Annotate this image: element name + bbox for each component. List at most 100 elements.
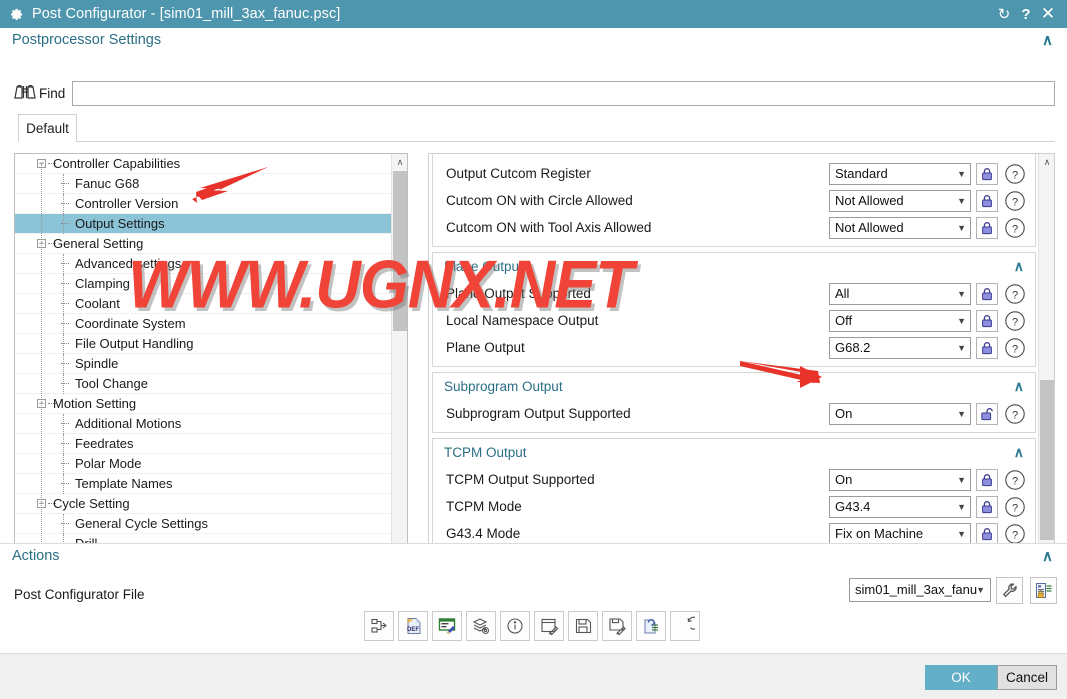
- collapse-group-icon[interactable]: ∧: [1014, 373, 1024, 400]
- setting-dropdown[interactable]: Off ▼: [829, 310, 971, 332]
- lock-closed-icon[interactable]: [976, 310, 998, 332]
- help-icon[interactable]: ?: [1003, 282, 1027, 306]
- tree-item[interactable]: Output Settings: [15, 214, 394, 234]
- chevron-down-icon[interactable]: ▼: [976, 579, 985, 601]
- svg-text:?: ?: [1012, 409, 1018, 421]
- setting-dropdown[interactable]: G43.4 ▼: [829, 496, 971, 518]
- ok-button[interactable]: OK: [925, 665, 997, 690]
- help-icon[interactable]: ?: [1003, 309, 1027, 333]
- tree-item[interactable]: Clamping: [15, 274, 394, 294]
- edit-template-icon[interactable]: [432, 611, 462, 641]
- tree-item[interactable]: Tool Change: [15, 374, 394, 394]
- settings-group-header[interactable]: TCPM Output ∧: [433, 439, 1035, 466]
- help-icon[interactable]: ?: [1003, 162, 1027, 186]
- export-structure-icon[interactable]: [364, 611, 394, 641]
- post-file-select[interactable]: sim01_mill_3ax_fanu ▼: [849, 578, 991, 602]
- tree-scroll-up-icon[interactable]: ∧: [392, 154, 407, 170]
- svg-text:?: ?: [1012, 475, 1018, 487]
- setting-dropdown[interactable]: On ▼: [829, 403, 971, 425]
- lock-closed-icon[interactable]: [976, 523, 998, 545]
- group-bottom-spacer: [433, 361, 1035, 366]
- collapse-group-icon[interactable]: ∧: [1014, 439, 1024, 466]
- tree-item-label: Feedrates: [75, 436, 134, 451]
- tree-group[interactable]: − Controller Capabilities: [15, 154, 394, 174]
- chevron-down-icon[interactable]: ▼: [957, 284, 966, 304]
- def-file-icon[interactable]: DEF: [398, 611, 428, 641]
- settings-scrollbar[interactable]: ∧ ∨: [1038, 154, 1054, 558]
- tree-item[interactable]: Spindle: [15, 354, 394, 374]
- settings-group-header[interactable]: Subprogram Output ∧: [433, 373, 1035, 400]
- copy-list-icon[interactable]: [636, 611, 666, 641]
- cancel-button[interactable]: Cancel: [997, 665, 1057, 690]
- chevron-down-icon[interactable]: ▼: [957, 470, 966, 490]
- settings-tree-panel[interactable]: − Controller Capabilities Fanuc G68 Control…: [14, 153, 408, 559]
- search-input[interactable]: [72, 80, 1055, 106]
- lock-open-icon[interactable]: [976, 403, 998, 425]
- setting-dropdown[interactable]: All ▼: [829, 283, 971, 305]
- help-icon[interactable]: ?: [1003, 402, 1027, 426]
- lock-closed-icon[interactable]: [976, 469, 998, 491]
- setting-dropdown[interactable]: On ▼: [829, 469, 971, 491]
- tree-item[interactable]: Coolant: [15, 294, 394, 314]
- lock-closed-icon[interactable]: [976, 217, 998, 239]
- reset-icon[interactable]: ↻: [993, 0, 1015, 28]
- chevron-down-icon[interactable]: ▼: [957, 524, 966, 544]
- settings-scroll-thumb[interactable]: [1040, 380, 1054, 540]
- chevron-down-icon[interactable]: ▼: [957, 404, 966, 424]
- setting-value: Standard: [835, 166, 888, 181]
- chevron-down-icon[interactable]: ▼: [957, 497, 966, 517]
- lock-closed-icon[interactable]: [976, 337, 998, 359]
- setting-dropdown[interactable]: Not Allowed ▼: [829, 217, 971, 239]
- edit-window-icon[interactable]: [534, 611, 564, 641]
- close-icon[interactable]: ✕: [1037, 0, 1059, 28]
- setting-dropdown[interactable]: G68.2 ▼: [829, 337, 971, 359]
- tree-item[interactable]: Advanced settings: [15, 254, 394, 274]
- settings-scroll-up-icon[interactable]: ∧: [1039, 154, 1054, 170]
- collapse-actions-icon[interactable]: ∧: [1042, 547, 1053, 565]
- help-icon[interactable]: ?: [1003, 216, 1027, 240]
- chevron-down-icon[interactable]: ▼: [957, 311, 966, 331]
- tree-item[interactable]: File Output Handling: [15, 334, 394, 354]
- tree-group[interactable]: − General Setting: [15, 234, 394, 254]
- tree-scroll-thumb[interactable]: [393, 171, 407, 331]
- help-icon[interactable]: ?: [1003, 495, 1027, 519]
- save-icon[interactable]: [568, 611, 598, 641]
- tree-group[interactable]: − Motion Setting: [15, 394, 394, 414]
- chevron-down-icon[interactable]: ▼: [957, 191, 966, 211]
- collapse-group-icon[interactable]: ∧: [1014, 253, 1024, 280]
- lock-closed-icon[interactable]: [976, 163, 998, 185]
- tree-item[interactable]: Template Names: [15, 474, 394, 494]
- wrench-icon[interactable]: [996, 577, 1023, 604]
- help-icon[interactable]: ?: [1015, 0, 1037, 28]
- chevron-down-icon[interactable]: ▼: [957, 164, 966, 184]
- tree-item[interactable]: Feedrates: [15, 434, 394, 454]
- undo-icon[interactable]: [670, 611, 700, 641]
- setting-dropdown[interactable]: Not Allowed ▼: [829, 190, 971, 212]
- tree-item[interactable]: Polar Mode: [15, 454, 394, 474]
- find-label: Find: [39, 85, 66, 101]
- help-icon[interactable]: ?: [1003, 468, 1027, 492]
- tree-scrollbar[interactable]: ∧ ∨: [391, 154, 407, 558]
- info-icon[interactable]: [500, 611, 530, 641]
- layers-settings-icon[interactable]: [466, 611, 496, 641]
- tree-item[interactable]: Controller Version: [15, 194, 394, 214]
- tree-group[interactable]: − Cycle Setting: [15, 494, 394, 514]
- tree-item[interactable]: General Cycle Settings: [15, 514, 394, 534]
- secure-list-icon[interactable]: [1030, 577, 1057, 604]
- tab-default[interactable]: Default: [18, 114, 77, 142]
- lock-closed-icon[interactable]: [976, 496, 998, 518]
- save-as-icon[interactable]: [602, 611, 632, 641]
- chevron-down-icon[interactable]: ▼: [957, 218, 966, 238]
- help-icon[interactable]: ?: [1003, 189, 1027, 213]
- lock-closed-icon[interactable]: [976, 283, 998, 305]
- tree-item[interactable]: Additional Motions: [15, 414, 394, 434]
- setting-dropdown[interactable]: Fix on Machine ▼: [829, 523, 971, 545]
- collapse-postprocessor-icon[interactable]: ∧: [1042, 31, 1053, 49]
- settings-group-header[interactable]: Plane Output ∧: [433, 253, 1035, 280]
- setting-dropdown[interactable]: Standard ▼: [829, 163, 971, 185]
- tree-item[interactable]: Fanuc G68: [15, 174, 394, 194]
- chevron-down-icon[interactable]: ▼: [957, 338, 966, 358]
- help-icon[interactable]: ?: [1003, 336, 1027, 360]
- tree-item[interactable]: Coordinate System: [15, 314, 394, 334]
- lock-closed-icon[interactable]: [976, 190, 998, 212]
